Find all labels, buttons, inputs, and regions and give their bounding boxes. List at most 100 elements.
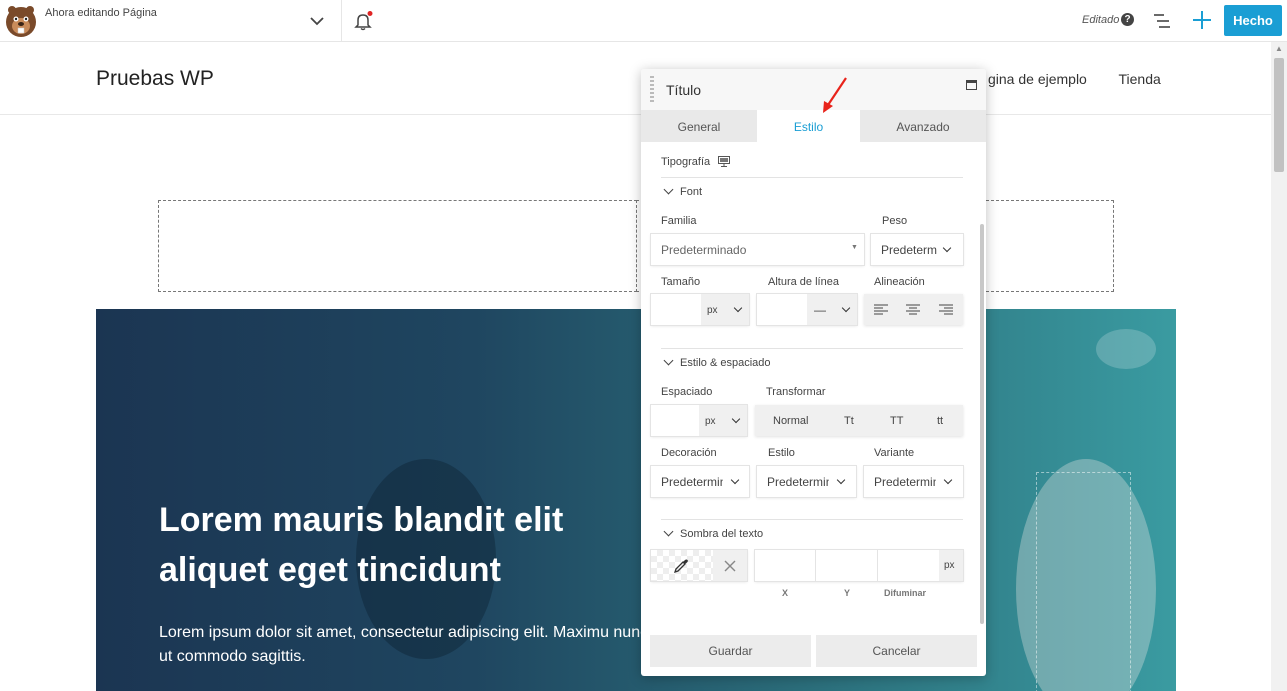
line-height-unit-select[interactable]: — bbox=[807, 294, 857, 325]
font-variant-value: Predetermin bbox=[874, 475, 936, 489]
chevron-down-icon bbox=[841, 303, 851, 313]
transform-capitalize-option[interactable]: Tt bbox=[844, 415, 854, 427]
font-family-value: Predeterminado bbox=[661, 243, 747, 257]
font-weight-value: Predeterm bbox=[881, 243, 938, 257]
tab-general[interactable]: General bbox=[641, 110, 757, 142]
site-title[interactable]: Pruebas WP bbox=[96, 67, 214, 91]
panel-body: Tipografía Font Familia Peso Predetermin… bbox=[641, 142, 986, 630]
size-label: Tamaño bbox=[661, 276, 701, 288]
heading-settings-panel: Título General Estilo Avanzado Tipografí… bbox=[641, 69, 986, 676]
site-header: Pruebas WP gina de ejemplo Tienda bbox=[0, 42, 1271, 115]
hero-photo-shelf-item bbox=[1096, 329, 1156, 369]
transform-lowercase-option[interactable]: tt bbox=[937, 415, 943, 427]
font-style-value: Predetermin bbox=[767, 475, 829, 489]
font-section-label: Font bbox=[680, 186, 703, 198]
clear-color-button[interactable] bbox=[713, 550, 747, 581]
notification-bell-icon[interactable] bbox=[352, 10, 374, 32]
help-icon[interactable]: ? bbox=[1121, 13, 1134, 26]
shadow-blur-input[interactable] bbox=[878, 550, 939, 581]
letter-spacing-unit: px bbox=[705, 416, 716, 427]
desktop-icon[interactable] bbox=[718, 156, 730, 167]
panel-scrollbar[interactable] bbox=[980, 224, 984, 624]
hero-section[interactable]: Lorem mauris blandit elit aliquet eget t… bbox=[96, 309, 1176, 691]
nav-item-shop[interactable]: Tienda bbox=[1119, 71, 1161, 87]
hero-paragraph[interactable]: Lorem ipsum dolor sit amet, consectetur … bbox=[159, 621, 699, 669]
letter-spacing-input[interactable]: px bbox=[651, 405, 747, 436]
cancel-button[interactable]: Cancelar bbox=[816, 635, 977, 667]
font-style-select[interactable]: Predetermin bbox=[757, 466, 856, 497]
chevron-down-icon bbox=[733, 303, 743, 313]
decoration-label: Decoración bbox=[661, 447, 717, 459]
alignment-label: Alineación bbox=[874, 276, 925, 288]
transform-label: Transformar bbox=[766, 386, 826, 398]
drag-handle-icon[interactable] bbox=[650, 76, 654, 103]
divider bbox=[661, 519, 963, 520]
scroll-up-arrow-icon[interactable]: ▲ bbox=[1271, 42, 1287, 56]
chevron-down-icon bbox=[836, 475, 846, 485]
outline-list-icon[interactable] bbox=[1152, 11, 1172, 31]
empty-column-left[interactable] bbox=[158, 200, 637, 292]
panel-title: Título bbox=[666, 82, 702, 98]
divider bbox=[661, 177, 963, 178]
page-scrollbar[interactable]: ▲ bbox=[1271, 42, 1287, 691]
font-family-select[interactable]: Predeterminado ▼ bbox=[651, 234, 864, 265]
shadow-x-input[interactable] bbox=[755, 550, 816, 581]
font-style-label: Estilo bbox=[768, 447, 795, 459]
divider bbox=[661, 348, 963, 349]
shadow-y-label: Y bbox=[844, 588, 851, 598]
font-variant-select[interactable]: Predetermin bbox=[864, 466, 963, 497]
align-center-icon[interactable] bbox=[906, 304, 920, 315]
shadow-x-label: X bbox=[782, 588, 789, 598]
shadow-color-picker[interactable] bbox=[651, 550, 747, 581]
style-section-toggle[interactable]: Estilo & espaciado bbox=[663, 355, 771, 369]
transform-normal-option[interactable]: Normal bbox=[773, 415, 808, 427]
add-content-icon[interactable] bbox=[1191, 9, 1213, 31]
shadow-section-toggle[interactable]: Sombra del texto bbox=[663, 526, 764, 540]
text-transform-control: Normal Tt TT tt bbox=[755, 405, 963, 436]
eyedropper-icon[interactable] bbox=[673, 558, 689, 574]
editing-page-label: Ahora editando Página bbox=[45, 7, 157, 19]
alignment-control bbox=[864, 294, 963, 325]
edit-status: Editado bbox=[1082, 14, 1120, 26]
line-height-label: Altura de línea bbox=[768, 276, 839, 288]
panel-footer: Guardar Cancelar bbox=[641, 634, 986, 676]
text-decoration-value: Predetermin bbox=[661, 475, 723, 489]
select-caret-icon: ▼ bbox=[851, 244, 858, 251]
hero-heading[interactable]: Lorem mauris blandit elit aliquet eget t… bbox=[159, 495, 639, 595]
text-decoration-select[interactable]: Predetermin bbox=[651, 466, 749, 497]
annotation-arrow-icon bbox=[823, 77, 847, 113]
font-size-unit-select[interactable]: px bbox=[701, 294, 749, 325]
font-size-input[interactable]: px bbox=[651, 294, 749, 325]
shadow-section-label: Sombra del texto bbox=[680, 528, 764, 540]
chevron-down-icon bbox=[942, 243, 952, 253]
align-left-icon[interactable] bbox=[874, 304, 888, 315]
builder-toolbar: Ahora editando Página Editado ? Hecho bbox=[0, 0, 1287, 42]
close-icon bbox=[724, 560, 736, 572]
weight-label: Peso bbox=[882, 215, 908, 227]
font-section-toggle[interactable]: Font bbox=[663, 184, 703, 198]
minimize-icon[interactable] bbox=[966, 80, 977, 90]
font-weight-select[interactable]: Predeterm bbox=[871, 234, 963, 265]
align-right-icon[interactable] bbox=[939, 304, 953, 315]
toolbar-divider bbox=[341, 0, 342, 42]
shadow-unit: px bbox=[939, 550, 963, 581]
line-height-unit: — bbox=[814, 303, 826, 317]
letter-spacing-unit-select[interactable]: px bbox=[699, 405, 747, 436]
done-button[interactable]: Hecho bbox=[1224, 5, 1282, 36]
image-module-outline[interactable] bbox=[1036, 472, 1131, 691]
chevron-down-icon bbox=[943, 475, 953, 485]
transform-uppercase-option[interactable]: TT bbox=[890, 415, 903, 427]
shadow-offset-inputs: px bbox=[755, 550, 963, 581]
shadow-y-input[interactable] bbox=[816, 550, 878, 581]
line-height-input[interactable]: — bbox=[757, 294, 857, 325]
chevron-down-icon bbox=[730, 475, 740, 485]
chevron-down-icon[interactable] bbox=[306, 10, 328, 32]
shadow-unit-label: px bbox=[944, 560, 955, 571]
spacing-label: Espaciado bbox=[661, 386, 713, 398]
nav-item-sample-page[interactable]: gina de ejemplo bbox=[988, 71, 1087, 87]
save-button[interactable]: Guardar bbox=[650, 635, 811, 667]
typography-label: Tipografía bbox=[661, 156, 711, 168]
beaver-logo-icon[interactable] bbox=[3, 3, 39, 39]
tab-advanced[interactable]: Avanzado bbox=[860, 110, 986, 142]
scroll-thumb[interactable] bbox=[1274, 58, 1284, 172]
